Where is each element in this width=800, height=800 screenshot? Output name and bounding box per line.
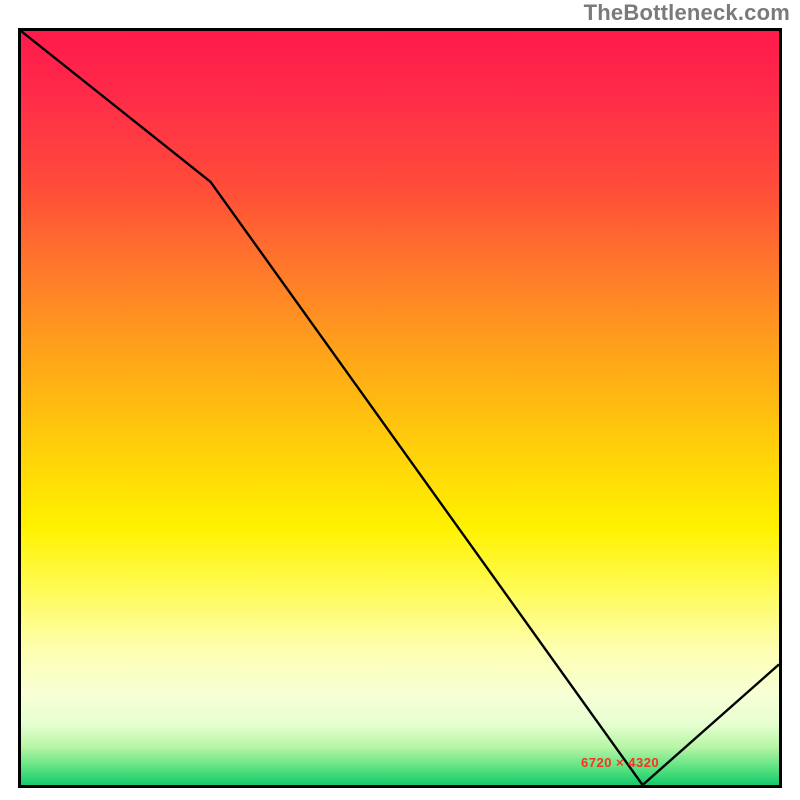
watermark-text: TheBottleneck.com <box>584 0 790 26</box>
resolution-label: 6720 × 4320 <box>581 755 659 770</box>
plot-area: 6720 × 4320 <box>18 28 782 788</box>
bottleneck-curve <box>21 31 779 785</box>
chart-container: TheBottleneck.com 6720 × 4320 <box>0 0 800 800</box>
curve-svg <box>21 31 779 785</box>
